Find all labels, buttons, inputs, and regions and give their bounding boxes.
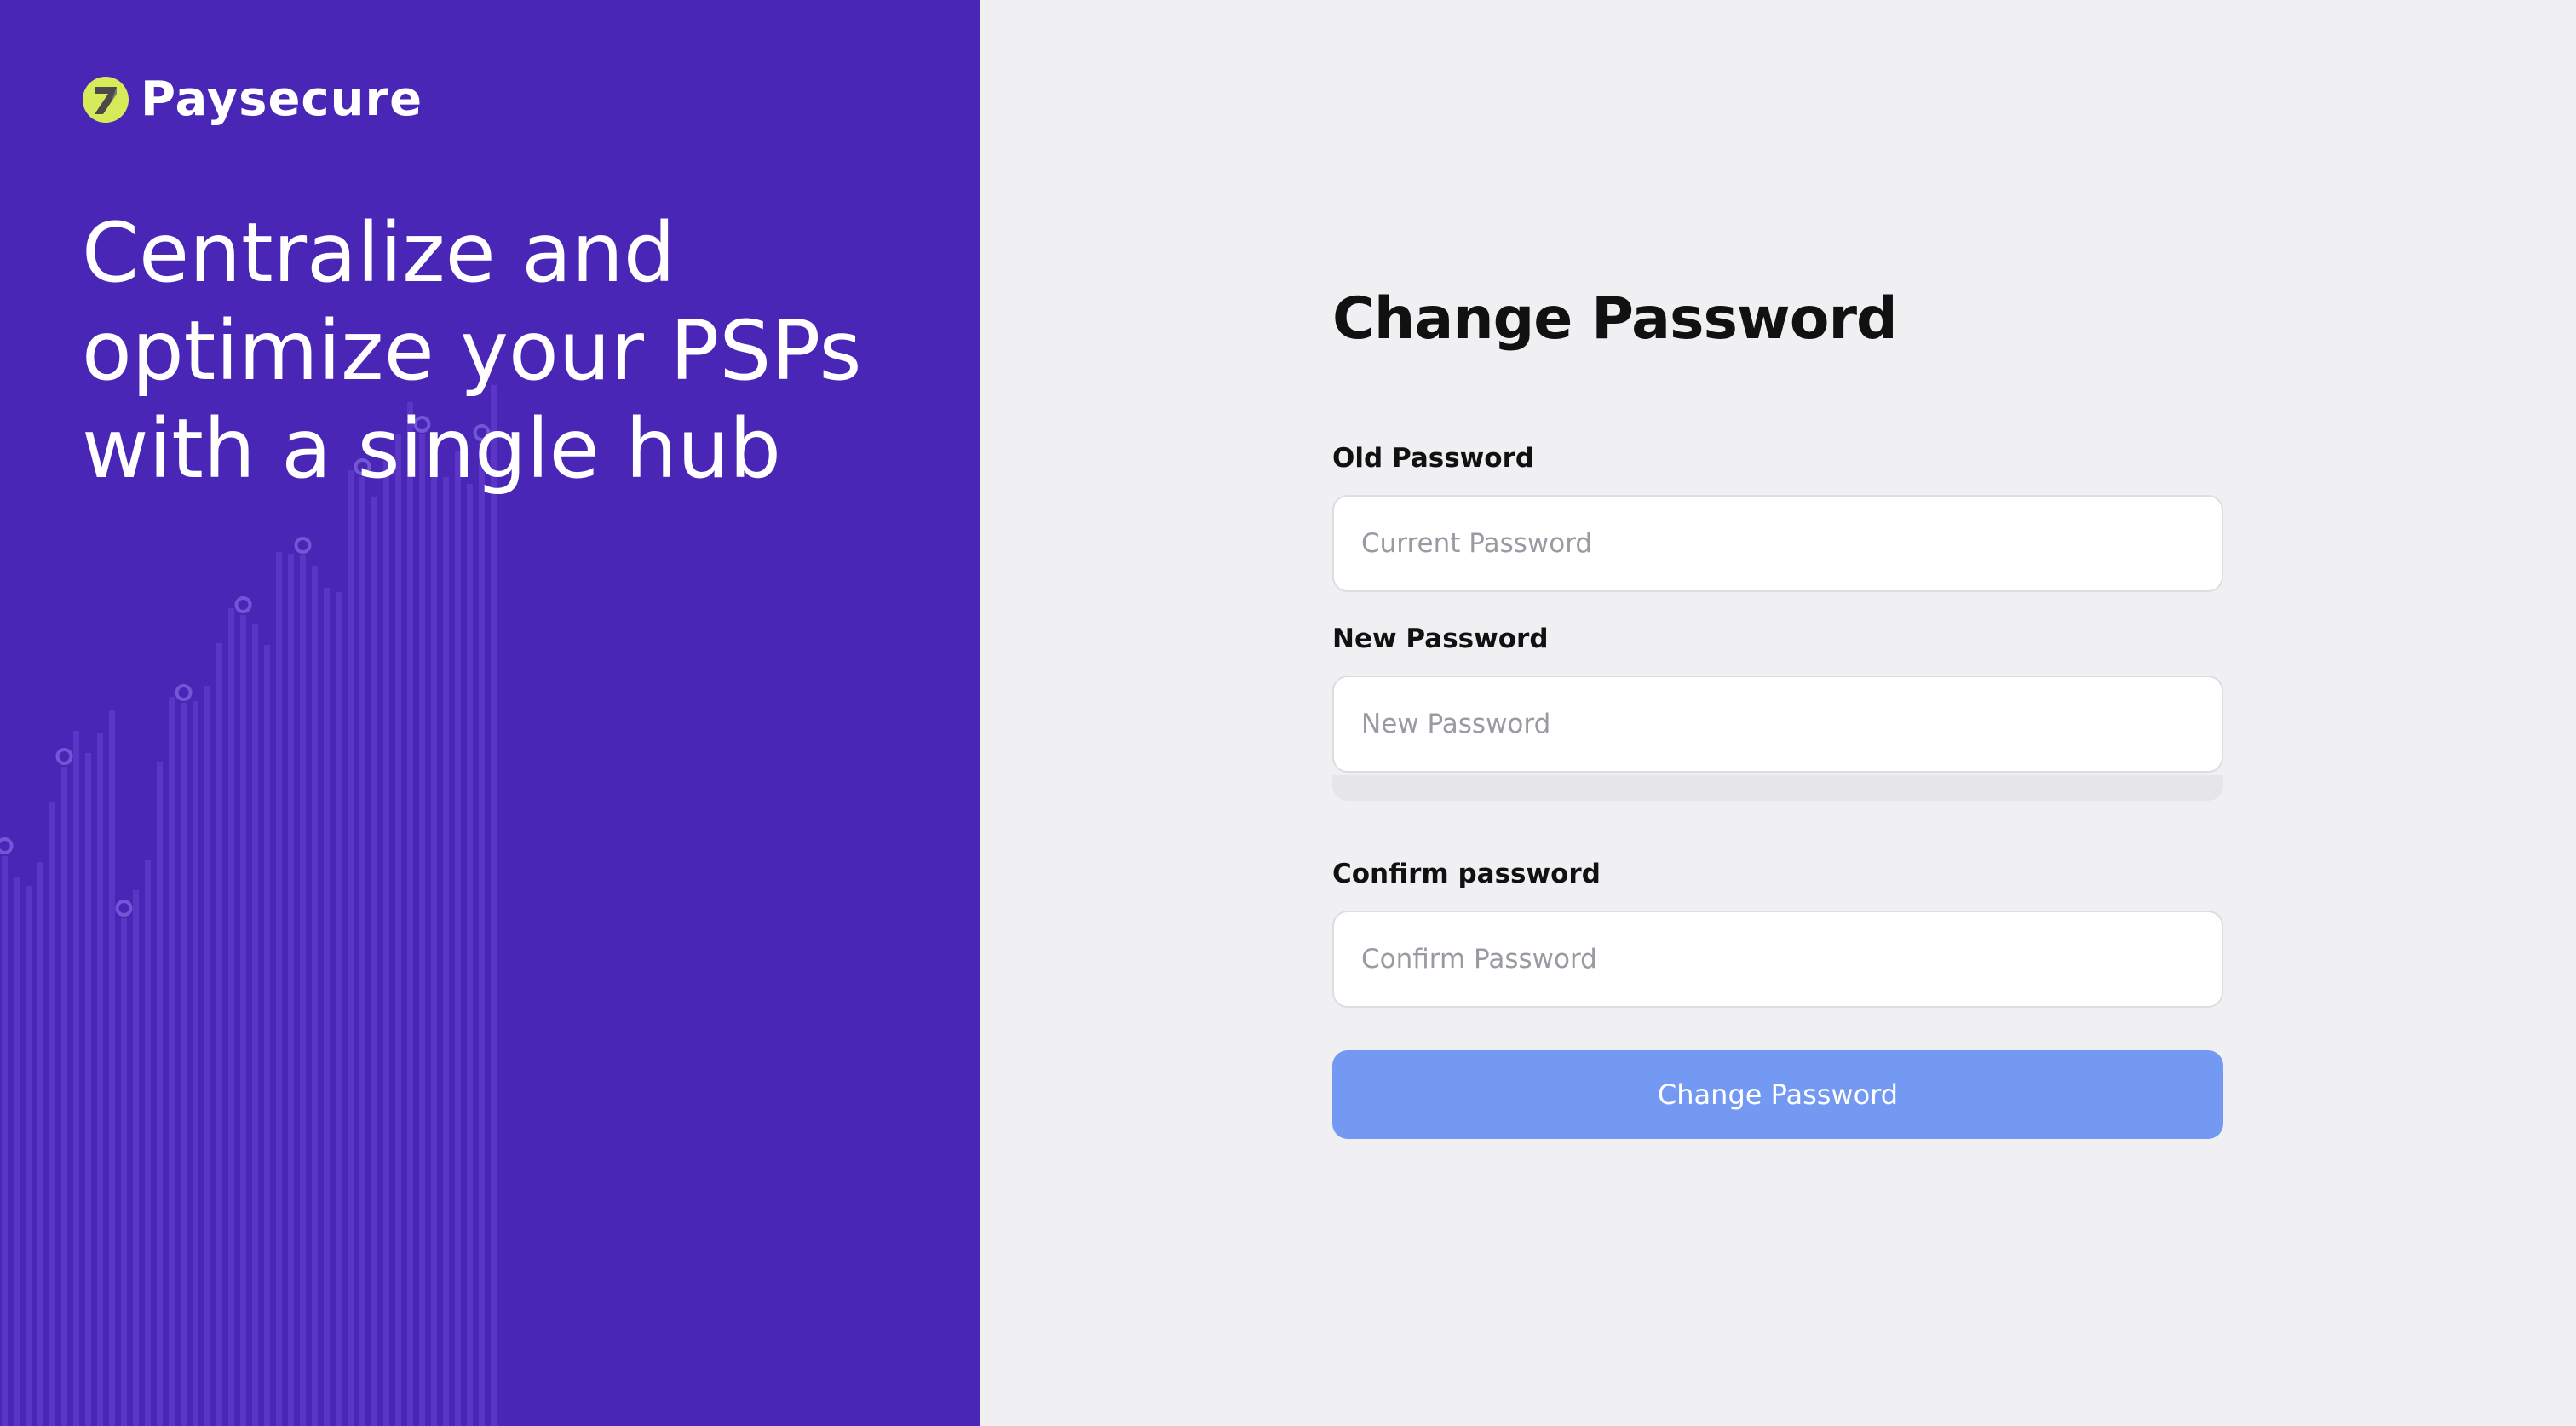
decorative-bar [133, 890, 139, 1426]
decorative-bar [395, 434, 401, 1426]
old-password-label: Old Password [1332, 443, 1535, 474]
decorative-bar [479, 443, 485, 1426]
decorative-bar [157, 762, 163, 1426]
decorative-bar [407, 402, 413, 1426]
decorative-bar [264, 645, 270, 1426]
decorative-marker [0, 837, 14, 854]
decorative-marker [115, 900, 133, 917]
change-password-button[interactable]: Change Password [1332, 1050, 2223, 1139]
decorative-bar [49, 802, 55, 1426]
decorative-bar [216, 643, 222, 1426]
decorative-bar [73, 731, 79, 1426]
decorative-bar [181, 703, 187, 1426]
hero-headline-line: Centralize and [82, 205, 676, 301]
confirm-password-input[interactable] [1332, 911, 2223, 1008]
decorative-bar [276, 552, 282, 1426]
new-password-input[interactable] [1332, 676, 2223, 773]
decorative-bar [419, 434, 425, 1426]
decorative-bar [252, 624, 258, 1426]
decorative-bar [431, 440, 437, 1426]
decorative-bar [61, 767, 67, 1426]
old-password-input[interactable] [1332, 495, 2223, 592]
decorative-marker [234, 596, 252, 613]
decorative-bar [121, 918, 127, 1426]
change-password-form: Change Password Old Password New Passwor… [1332, 281, 2223, 1139]
new-password-label: New Password [1332, 624, 1549, 654]
decorative-bar [240, 615, 246, 1426]
password-strength-bar [1332, 775, 2223, 801]
decorative-bar [2, 856, 8, 1426]
decorative-marker [55, 748, 73, 765]
decorative-bar [288, 554, 294, 1426]
brand-panel: Paysecure Centralize and optimize your P… [0, 0, 980, 1426]
decorative-bar [97, 733, 103, 1426]
decorative-marker [175, 684, 193, 701]
form-panel: Change Password Old Password New Passwor… [980, 0, 2576, 1426]
decorative-bar [359, 477, 365, 1426]
decorative-bar [169, 697, 175, 1426]
brand-logo: Paysecure [83, 72, 423, 127]
decorative-bar [193, 701, 198, 1426]
decorative-bar [443, 477, 449, 1426]
decorative-bar [324, 588, 330, 1426]
decorative-bar [383, 461, 389, 1426]
decorative-bar [300, 555, 306, 1426]
change-password-page: Paysecure Centralize and optimize your P… [0, 0, 2576, 1426]
hero-headline: Centralize and optimize your PSPs with a… [82, 204, 934, 498]
decorative-bar [348, 470, 354, 1426]
decorative-bar [14, 877, 20, 1426]
decorative-bar [455, 451, 461, 1426]
decorative-bar [204, 686, 210, 1426]
hero-headline-line: with a single hub [82, 401, 781, 497]
brand-name: Paysecure [141, 72, 423, 127]
decorative-bar [312, 566, 318, 1426]
decorative-bar [228, 608, 234, 1426]
decorative-bar [109, 710, 115, 1426]
decorative-bar [26, 886, 32, 1426]
decorative-bar [145, 860, 151, 1426]
paysecure-logo-icon [83, 76, 129, 123]
confirm-password-label: Confirm password [1332, 859, 1601, 889]
decorative-bar [491, 385, 497, 1426]
page-title: Change Password [1332, 285, 1898, 353]
decorative-bar [336, 592, 342, 1426]
decorative-bar [467, 484, 473, 1426]
decorative-bar [371, 497, 377, 1426]
decorative-bar [85, 753, 91, 1426]
hero-headline-line: optimize your PSPs [82, 303, 862, 399]
decorative-bar [37, 862, 43, 1426]
decorative-marker [294, 537, 312, 554]
